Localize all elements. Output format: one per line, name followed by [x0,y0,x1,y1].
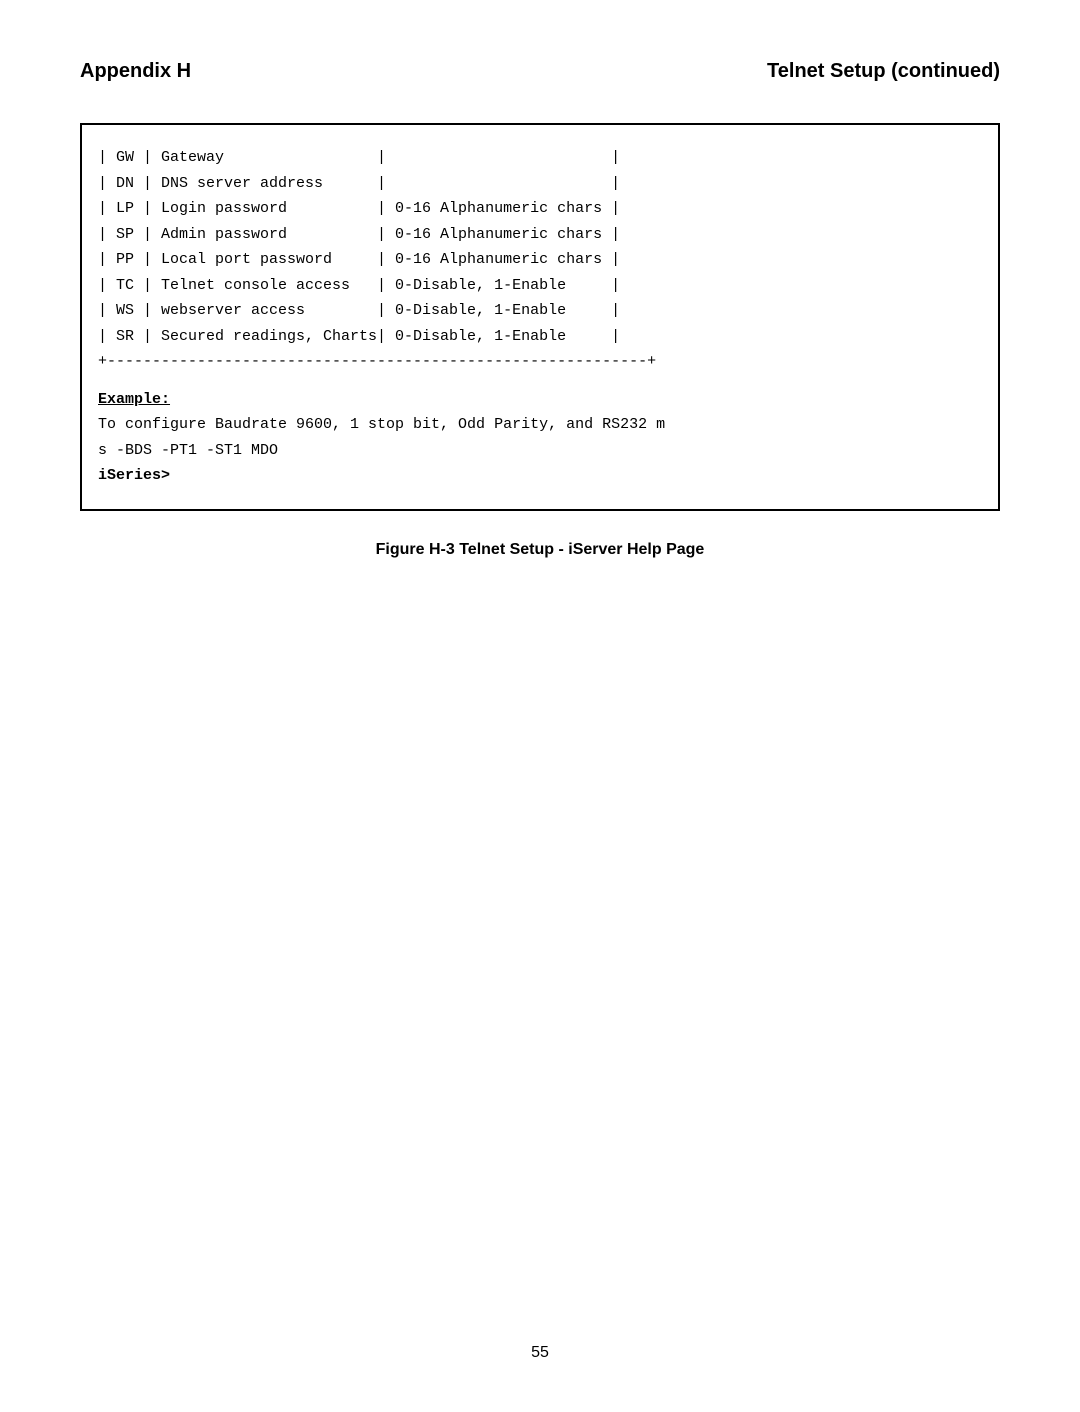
example-label: Example: [98,387,982,413]
example-keyword: Example: [98,391,170,408]
page: Appendix H Telnet Setup (continued) | GW… [0,0,1080,1412]
table-row: | LP | Login password | 0-16 Alphanumeri… [98,196,982,222]
example-line1: To configure Baudrate 9600, 1 stop bit, … [98,412,982,438]
example-line3: iSeries> [98,463,982,489]
section-title: Telnet Setup (continued) [767,60,1000,83]
appendix-label: Appendix H [80,60,191,83]
example-line2: s -BDS -PT1 -ST1 MDO [98,438,982,464]
figure-caption: Figure H-3 Telnet Setup - iServer Help P… [80,541,1000,559]
table-row: | SR | Secured readings, Charts| 0-Disab… [98,324,982,350]
table-row: | GW | Gateway | | [98,145,982,171]
page-number: 55 [531,1344,549,1362]
table-row: | DN | DNS server address | | [98,171,982,197]
divider-line: +---------------------------------------… [98,349,982,375]
table-row: | WS | webserver access | 0-Disable, 1-E… [98,298,982,324]
example-section: Example: To configure Baudrate 9600, 1 s… [98,387,982,489]
content-box: | GW | Gateway | | | DN | DNS server add… [80,123,1000,511]
table-row: | TC | Telnet console access | 0-Disable… [98,273,982,299]
table-row: | PP | Local port password | 0-16 Alphan… [98,247,982,273]
page-header: Appendix H Telnet Setup (continued) [80,60,1000,83]
table-row: | SP | Admin password | 0-16 Alphanumeri… [98,222,982,248]
